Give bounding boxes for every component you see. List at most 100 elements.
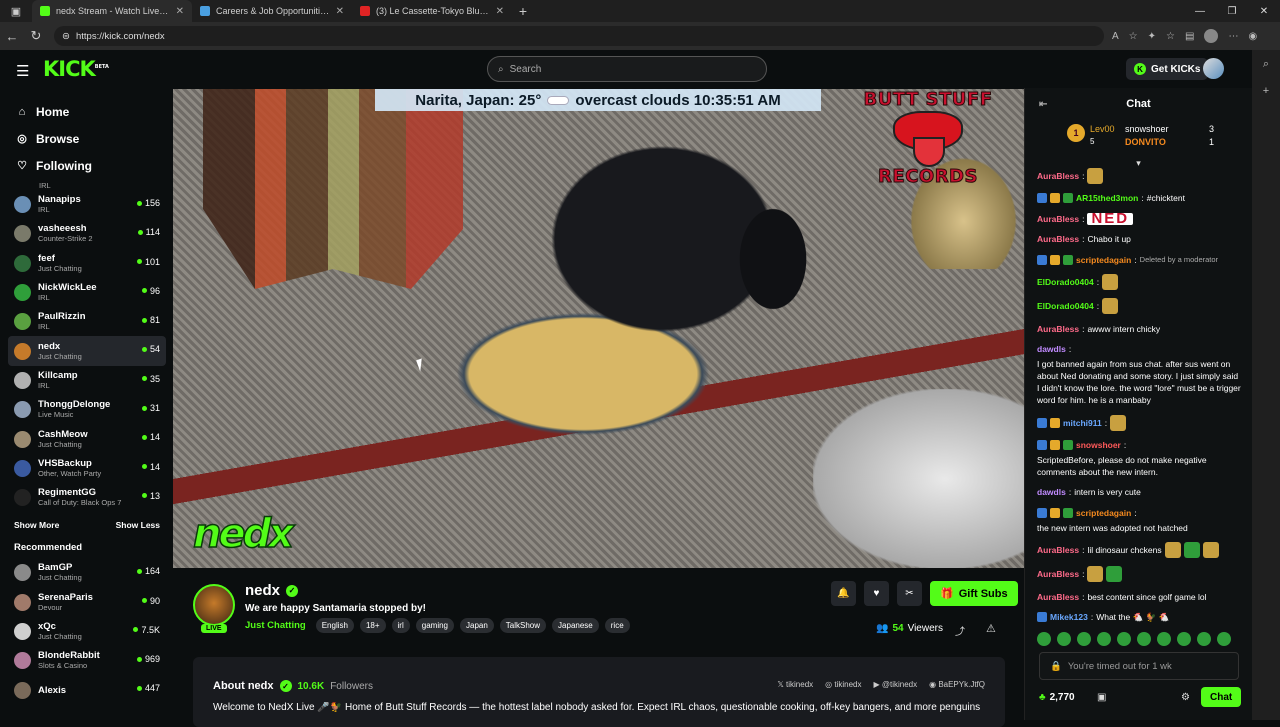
sidebar-channel[interactable]: ThonggDelonge Live Music 31: [0, 395, 172, 424]
chat-username[interactable]: AuraBless: [1037, 170, 1079, 182]
sidebar-channel[interactable]: xQc Just Chatting 7.5K: [0, 617, 172, 646]
chat-username[interactable]: AuraBless: [1037, 591, 1079, 603]
emote-icon[interactable]: [1117, 631, 1131, 646]
chat-username[interactable]: Mikek123: [1050, 611, 1088, 623]
sidebar-channel[interactable]: VHSBackup Other, Watch Party 14: [0, 454, 172, 483]
expand-pinned-icon[interactable]: ▾: [1025, 158, 1252, 168]
collections-icon[interactable]: ▤: [1185, 31, 1194, 42]
emote-icon[interactable]: [1037, 631, 1051, 646]
tab-close-icon[interactable]: ✕: [176, 6, 184, 17]
site-info-icon[interactable]: ⊜: [62, 31, 70, 42]
chat-username[interactable]: mitchi911: [1063, 417, 1102, 429]
sidebar-channel[interactable]: Alexis 447: [0, 675, 172, 704]
sidebar-channel[interactable]: PaulRizzin IRL 81: [0, 307, 172, 336]
chat-username[interactable]: snowshoer: [1076, 439, 1121, 451]
clip-button[interactable]: ✂: [897, 581, 922, 606]
reload-icon[interactable]: ↻: [24, 28, 48, 44]
emote-icon[interactable]: [1137, 631, 1151, 646]
sidebar-channel[interactable]: vasheeesh Counter-Strike 2 114: [0, 219, 172, 248]
leader-first-name[interactable]: Lev00: [1090, 124, 1115, 134]
chat-username[interactable]: AuraBless: [1037, 233, 1079, 245]
stream-tag[interactable]: irl: [391, 618, 410, 633]
minimize-icon[interactable]: —: [1184, 0, 1216, 22]
sidebar-channel[interactable]: Nanapips IRL 156: [0, 190, 172, 219]
sidebar-channel[interactable]: BamGP Just Chatting 164: [0, 558, 172, 587]
channel-points[interactable]: ♣ 2,770: [1039, 692, 1075, 703]
favorites-icon[interactable]: ☆: [1166, 31, 1175, 42]
browser-tab[interactable]: nedx Stream - Watch Live on Kick ✕: [32, 0, 192, 22]
show-less-button[interactable]: Show Less: [116, 520, 160, 530]
chat-username[interactable]: ElDorado0404: [1037, 300, 1094, 312]
tab-close-icon[interactable]: ✕: [336, 6, 344, 17]
chat-username[interactable]: scriptedagain: [1076, 254, 1131, 266]
search-icon[interactable]: ⌕: [1263, 58, 1269, 71]
profile-avatar[interactable]: [1204, 29, 1219, 43]
copilot-icon[interactable]: ◉: [1248, 31, 1257, 42]
emote-icon[interactable]: [1097, 631, 1111, 646]
browser-tab[interactable]: Careers & Job Opportunities - Ear ✕: [192, 0, 352, 22]
tab-close-icon[interactable]: ✕: [496, 6, 504, 17]
browser-tab[interactable]: (3) Le Cassette-Tokyo Blues - You ✕: [352, 0, 512, 22]
stream-tag[interactable]: gaming: [415, 618, 454, 633]
stream-tag[interactable]: rice: [604, 618, 630, 633]
emote-icon[interactable]: [1217, 631, 1231, 646]
emote-icon[interactable]: [1057, 631, 1071, 646]
emote-icon[interactable]: [1157, 631, 1171, 646]
stream-tag[interactable]: TalkShow: [499, 618, 547, 633]
stream-tag[interactable]: Japanese: [552, 618, 599, 633]
extensions-icon[interactable]: ✦: [1148, 31, 1156, 42]
back-icon[interactable]: ←: [0, 29, 24, 44]
search-input[interactable]: ⌕ Search: [487, 56, 767, 82]
chat-username[interactable]: dawdls: [1037, 486, 1066, 498]
social-link[interactable]: ◎ tikinedx: [825, 680, 861, 689]
video-player[interactable]: Narita, Japan: 25° overcast clouds 10:35…: [173, 89, 1024, 568]
favorite-star-icon[interactable]: ☆: [1129, 31, 1138, 42]
leader-second-name[interactable]: snowshoer: [1125, 124, 1169, 134]
chat-input-timed-out[interactable]: 🔒 You're timed out for 1 wk: [1039, 652, 1239, 680]
stream-tag[interactable]: 18+: [359, 618, 386, 633]
leader-third-name[interactable]: DONVITO: [1125, 137, 1166, 147]
sidebar-channel[interactable]: Killcamp IRL 35: [0, 366, 172, 395]
sidebar-channel[interactable]: BlondeRabbit Slots & Casino 969: [0, 646, 172, 675]
send-chat-button[interactable]: Chat: [1201, 687, 1242, 707]
sidebar-channel[interactable]: CashMeow Just Chatting 14: [0, 424, 172, 453]
gift-box-icon[interactable]: ▣: [1097, 692, 1106, 703]
chat-username[interactable]: AR15thed3mon: [1076, 192, 1138, 204]
sidebar-channel[interactable]: nedx Just Chatting 54: [8, 336, 166, 366]
kick-logo[interactable]: KICKBETA: [43, 57, 109, 81]
collapse-chat-icon[interactable]: ⇤: [1039, 99, 1047, 110]
chat-username[interactable]: AuraBless: [1037, 323, 1079, 335]
sidebar-channel[interactable]: RegimentGG Call of Duty: Black Ops 7 13: [0, 483, 172, 512]
emote-icon[interactable]: [1177, 631, 1191, 646]
emote-icon[interactable]: [1077, 631, 1091, 646]
notification-bell-button[interactable]: 🔔: [831, 581, 856, 606]
chat-username[interactable]: scriptedagain: [1076, 507, 1131, 519]
sidebar-nav-home[interactable]: ⌂ Home: [0, 98, 172, 125]
chat-username[interactable]: AuraBless: [1037, 544, 1079, 556]
category-link[interactable]: Just Chatting: [245, 620, 306, 631]
chat-username[interactable]: dawdls: [1037, 343, 1066, 355]
window-menu-icon[interactable]: ▣: [0, 0, 32, 22]
social-link[interactable]: ▶ @tikinedx: [873, 680, 917, 689]
menu-icon[interactable]: ☰: [16, 62, 29, 80]
report-icon[interactable]: ⚠: [986, 622, 996, 635]
sidebar-nav-following[interactable]: ♡ Following: [0, 152, 172, 179]
follow-heart-button[interactable]: ♥: [864, 581, 889, 606]
social-link[interactable]: 𝕏 tikinedx: [777, 680, 813, 689]
sidebar-channel[interactable]: NickWickLee IRL 96: [0, 278, 172, 307]
sidebar-channel[interactable]: feef Just Chatting 101: [0, 249, 172, 278]
emote-icon[interactable]: [1197, 631, 1211, 646]
url-field[interactable]: ⊜ https://kick.com/nedx: [54, 26, 1104, 46]
stream-tag[interactable]: Japan: [460, 618, 494, 633]
close-icon[interactable]: ✕: [1248, 0, 1280, 22]
chat-username[interactable]: AuraBless: [1037, 213, 1079, 225]
chat-username[interactable]: ElDorado0404: [1037, 276, 1094, 288]
share-icon[interactable]: ⤴: [955, 623, 965, 638]
get-kicks-button[interactable]: K Get KICKs: [1126, 58, 1209, 80]
channel-avatar[interactable]: [193, 584, 235, 626]
stream-tag[interactable]: English: [315, 618, 354, 633]
add-icon[interactable]: +: [1263, 85, 1269, 97]
channel-name[interactable]: nedx ✓: [245, 582, 299, 599]
new-tab-button[interactable]: +: [512, 3, 534, 19]
read-aloud-icon[interactable]: A: [1112, 31, 1119, 42]
